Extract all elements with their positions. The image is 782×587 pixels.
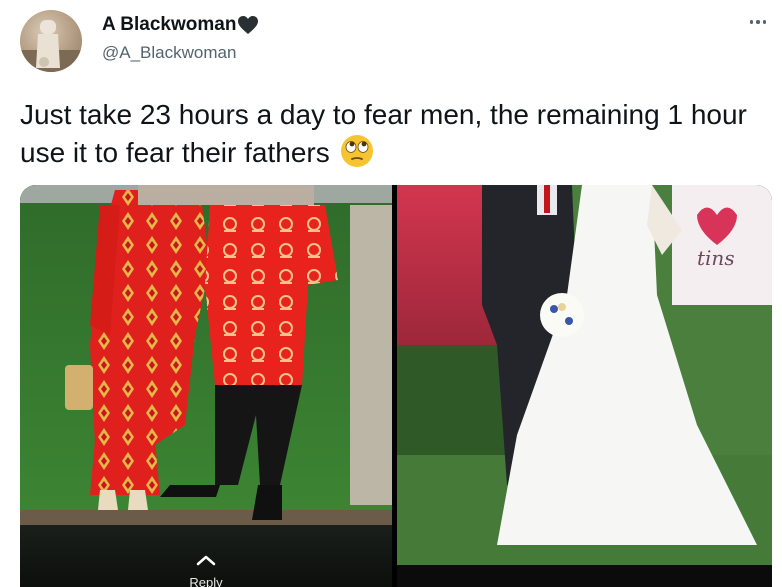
display-name-text: A Blackwoman: [102, 14, 237, 35]
photo-right[interactable]: tins: [397, 185, 772, 587]
black-heart-icon: [237, 15, 259, 35]
chevron-up-icon[interactable]: [196, 554, 216, 566]
tweet-text: Just take 23 hours a day to fear men, th…: [20, 96, 770, 172]
more-options-icon[interactable]: [744, 12, 772, 32]
avatar[interactable]: [20, 10, 82, 72]
tweet-text-content: Just take 23 hours a day to fear men, th…: [20, 99, 747, 168]
svg-text:tins: tins: [697, 246, 735, 270]
face-with-rolling-eyes-icon: [340, 134, 374, 168]
user-handle[interactable]: @A_Blackwoman: [102, 43, 236, 63]
wedding-couple-image: tins: [397, 185, 772, 587]
tweet-media[interactable]: tins Reply: [20, 185, 772, 587]
avatar-image: [20, 20, 82, 72]
display-name[interactable]: A Blackwoman: [102, 14, 259, 36]
reply-label[interactable]: Reply: [20, 575, 392, 587]
